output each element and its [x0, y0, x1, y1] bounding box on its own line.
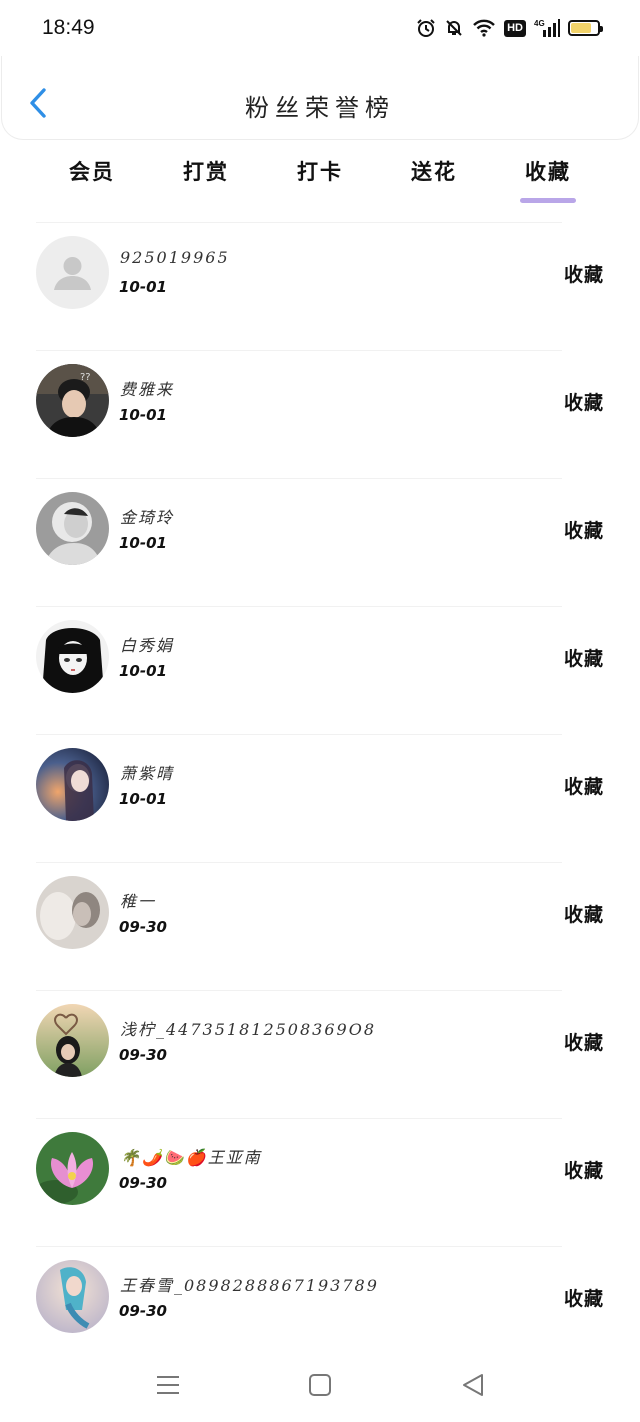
lotus-flower-icon: [36, 1132, 109, 1205]
date-label: 10-01: [119, 534, 167, 552]
home-button[interactable]: [305, 1370, 335, 1400]
date-label: 10-01: [119, 790, 167, 808]
hd-badge: HD: [504, 19, 526, 37]
home-icon: [309, 1374, 331, 1396]
list-item[interactable]: 萧紫晴 10-01 收藏: [0, 734, 640, 862]
divider: [36, 1246, 562, 1247]
mermaid-art-icon: [36, 1260, 109, 1333]
wifi-icon: [473, 19, 495, 37]
favorite-label: 收藏: [563, 648, 604, 670]
avatar[interactable]: [36, 876, 109, 949]
list-item[interactable]: 🌴🌶️🍉🍎王亚南 09-30 收藏: [0, 1118, 640, 1246]
status-icons: HD 4G: [416, 18, 603, 38]
active-tab-indicator: [520, 198, 576, 203]
date-label: 10-01: [119, 662, 167, 680]
list-item[interactable]: 浅柠_447351812508369O8 09-30 收藏: [0, 990, 640, 1118]
tab-label: 打赏: [183, 159, 229, 184]
tab-label: 打卡: [297, 159, 343, 184]
date-label: 09-30: [119, 918, 167, 936]
divider: [36, 1118, 562, 1119]
avatar[interactable]: [36, 1004, 109, 1077]
tab-label: 收藏: [525, 159, 571, 184]
avatar[interactable]: ??: [36, 364, 109, 437]
default-avatar-icon: [36, 236, 109, 309]
status-time: 18:49: [42, 16, 95, 39]
tab-flowers[interactable]: 送花: [394, 156, 474, 206]
favorite-label: 收藏: [563, 392, 604, 414]
mute-bell-icon: [446, 20, 462, 36]
date-label: 09-30: [119, 1302, 167, 1320]
tab-label: 会员: [69, 159, 115, 184]
tab-label: 送花: [411, 159, 457, 184]
alarm-icon: [417, 19, 435, 37]
menu-button[interactable]: [153, 1370, 183, 1400]
avatar[interactable]: [36, 1132, 109, 1205]
fantasy-girl-icon: [36, 748, 109, 821]
user-name: 金琦玲: [120, 508, 175, 527]
back-icon: [463, 1374, 483, 1396]
avatar[interactable]: [36, 492, 109, 565]
date-label: 09-30: [119, 1046, 167, 1064]
user-name: 白秀娟: [120, 636, 175, 655]
divider: [36, 222, 562, 223]
favorite-label: 收藏: [563, 1032, 604, 1054]
user-name: 925019965: [120, 248, 230, 267]
tab-bar: 会员 打赏 打卡 送花 收藏: [0, 150, 640, 210]
date-label: 10-01: [119, 406, 167, 424]
list-item[interactable]: 白秀娟 10-01 收藏: [0, 606, 640, 734]
favorite-label: 收藏: [563, 904, 604, 926]
signal-icon: 4G: [534, 19, 560, 37]
favorite-label: 收藏: [563, 1160, 604, 1182]
list-item[interactable]: 925019965 10-01 收藏: [0, 222, 640, 350]
soft-portrait-icon: [36, 876, 109, 949]
page-title: 粉丝荣誉榜: [245, 94, 395, 122]
tab-member[interactable]: 会员: [52, 156, 132, 206]
divider: [36, 862, 562, 863]
fan-list: 925019965 10-01 收藏 ?? 费雅来 10-01 收藏 金琦玲 1…: [0, 222, 640, 1374]
boy-photo-icon: ??: [36, 364, 109, 437]
divider: [36, 734, 562, 735]
avatar[interactable]: [36, 236, 109, 309]
tab-favorites[interactable]: 收藏: [508, 156, 588, 206]
divider: [36, 478, 562, 479]
favorite-label: 收藏: [563, 1288, 604, 1310]
user-name: 浅柠_447351812508369O8: [120, 1020, 376, 1039]
user-name: 费雅来: [120, 380, 175, 399]
app-header: 粉丝荣誉榜: [1, 56, 639, 140]
date-label: 09-30: [119, 1174, 167, 1192]
avatar[interactable]: [36, 620, 109, 693]
svg-text:??: ??: [80, 372, 91, 383]
status-bar: 18:49 HD 4G: [0, 0, 640, 56]
battery-fill: [571, 23, 591, 33]
grey-portrait-icon: [36, 492, 109, 565]
svg-text:4G: 4G: [534, 19, 545, 28]
favorite-label: 收藏: [563, 520, 604, 542]
avatar[interactable]: [36, 1260, 109, 1333]
heart-girl-icon: [36, 1004, 109, 1077]
user-name: 🌴🌶️🍉🍎王亚南: [120, 1148, 262, 1167]
back-nav-button[interactable]: [458, 1370, 488, 1400]
user-name: 王春雪_0898288867193789: [120, 1276, 379, 1295]
divider: [36, 350, 562, 351]
system-nav-bar: [0, 1352, 640, 1422]
divider: [36, 990, 562, 991]
tab-tip[interactable]: 打赏: [166, 156, 246, 206]
tab-checkin[interactable]: 打卡: [280, 156, 360, 206]
divider: [36, 606, 562, 607]
user-name: 稚一: [120, 892, 157, 911]
battery-icon: [568, 20, 603, 36]
list-item[interactable]: 金琦玲 10-01 收藏: [0, 478, 640, 606]
favorite-label: 收藏: [563, 776, 604, 798]
list-item[interactable]: 稚一 09-30 收藏: [0, 862, 640, 990]
anime-girl-icon: [36, 620, 109, 693]
date-label: 10-01: [119, 278, 167, 296]
user-name: 萧紫晴: [120, 764, 175, 783]
list-item[interactable]: ?? 费雅来 10-01 收藏: [0, 350, 640, 478]
avatar[interactable]: [36, 748, 109, 821]
menu-icon: [157, 1376, 179, 1394]
favorite-label: 收藏: [563, 264, 604, 286]
